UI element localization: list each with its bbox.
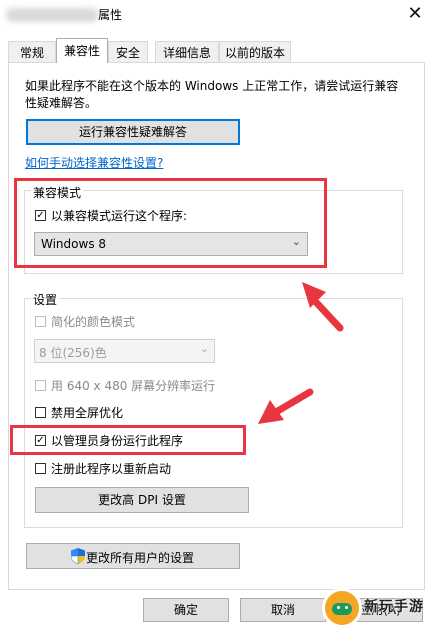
watermark: 新玩手游 <box>322 586 433 632</box>
arrow-down-left-icon <box>258 388 314 424</box>
watermark-text: 新玩手游 <box>364 599 424 615</box>
gamepad-logo-icon <box>322 588 362 628</box>
tab-compatibility[interactable]: 兼容性 <box>56 38 108 63</box>
arrow-up-left-icon <box>302 282 344 332</box>
annotation-arrows <box>258 282 344 424</box>
